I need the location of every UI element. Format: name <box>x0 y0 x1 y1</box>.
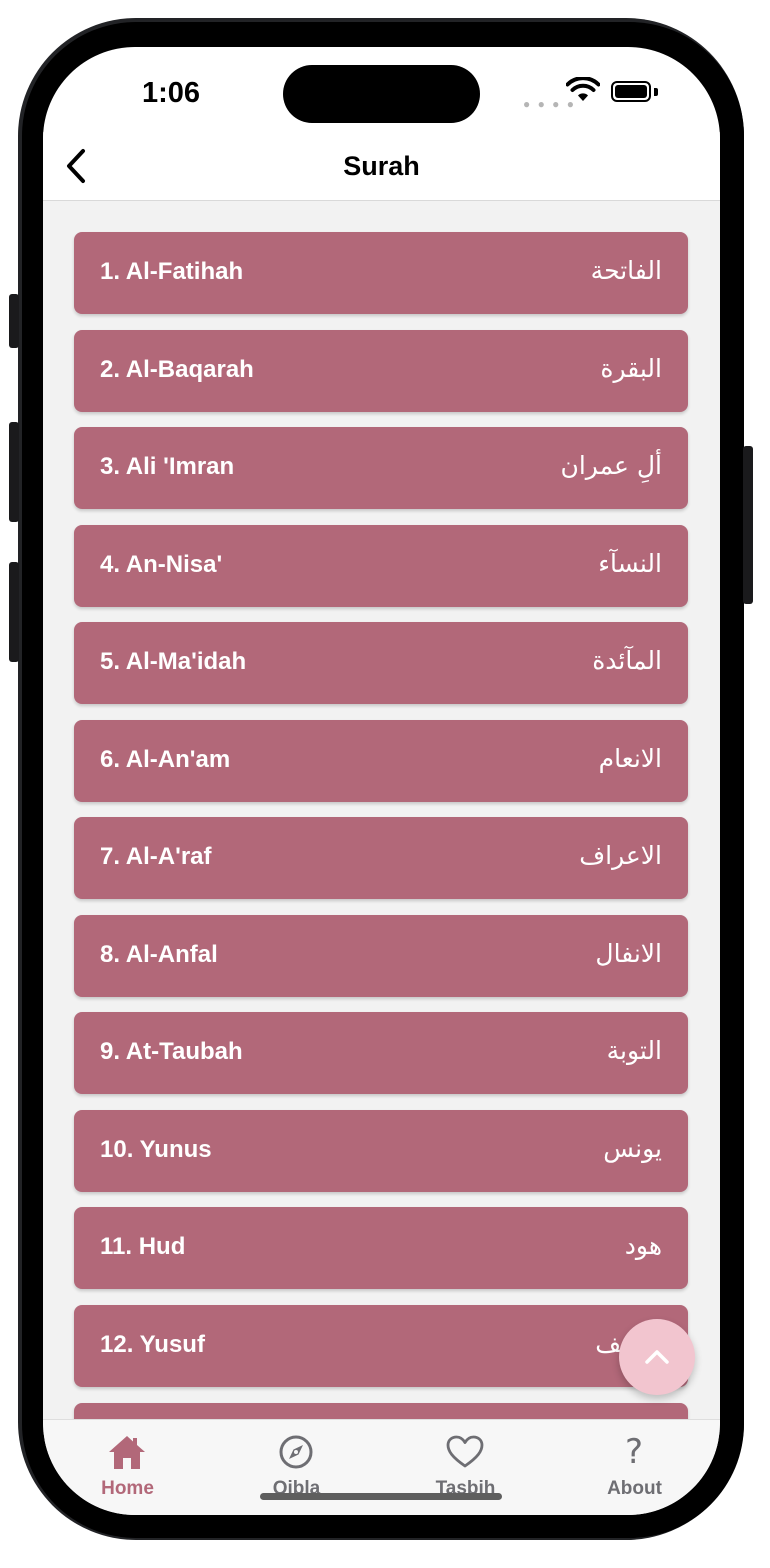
tab-label-about: About <box>607 1478 662 1499</box>
surah-english-name: 3. Ali 'Imran <box>100 453 235 480</box>
surah-arabic-name: البقرة <box>600 354 662 383</box>
surah-english-name: 6. Al-An'am <box>100 746 231 773</box>
surah-row-2[interactable]: 2. Al-Baqarah البقرة <box>74 330 688 412</box>
surah-english-name: 9. At-Taubah <box>100 1038 243 1065</box>
power-button <box>743 446 753 604</box>
navigation-bar: Surah <box>43 132 720 201</box>
surah-list[interactable]: 1. Al-Fatihah الفاتحة 2. Al-Baqarah البق… <box>43 201 720 1419</box>
dynamic-island <box>283 65 480 123</box>
surah-row-10[interactable]: 10. Yunus يونس <box>74 1110 688 1192</box>
surah-row-13[interactable] <box>74 1403 688 1419</box>
surah-row-8[interactable]: 8. Al-Anfal الانفال <box>74 915 688 997</box>
home-indicator[interactable] <box>260 1493 502 1500</box>
surah-row-11[interactable]: 11. Hud هود <box>74 1207 688 1289</box>
surah-arabic-name: الانفال <box>595 939 662 968</box>
tab-home[interactable]: Home <box>43 1420 212 1515</box>
battery-cap <box>654 88 658 96</box>
tab-label-home: Home <box>101 1478 154 1499</box>
surah-arabic-name: التوبة <box>606 1036 662 1065</box>
surah-english-name: 8. Al-Anfal <box>100 941 218 968</box>
surah-english-name: 11. Hud <box>100 1233 186 1260</box>
surah-arabic-name: الفاتحة <box>590 256 662 285</box>
tab-about[interactable]: ? About <box>550 1420 719 1515</box>
scroll-to-top-button[interactable] <box>619 1319 695 1395</box>
home-icon <box>107 1432 147 1472</box>
page-title: Surah <box>343 151 420 181</box>
surah-row-4[interactable]: 4. An-Nisa' النسآء <box>74 525 688 607</box>
wifi-icon <box>565 76 601 108</box>
surah-english-name: 5. Al-Ma'idah <box>100 648 247 675</box>
volume-up-button <box>9 422 19 522</box>
surah-arabic-name: ألِ عمران <box>560 451 662 480</box>
tab-qibla[interactable]: Qibla <box>212 1420 381 1515</box>
silent-switch <box>9 294 19 348</box>
chevron-up-icon <box>645 1350 669 1364</box>
surah-arabic-name: الاعراف <box>579 841 662 870</box>
surah-row-7[interactable]: 7. Al-A'raf الاعراف <box>74 817 688 899</box>
question-icon: ? <box>624 1432 644 1472</box>
surah-arabic-name: هود <box>624 1231 662 1260</box>
surah-arabic-name: النسآء <box>598 549 662 578</box>
compass-icon <box>276 1432 316 1472</box>
phone-screen: 1:06 ● ● ● ● Surah 1. Al-Fatihah الفاتحة… <box>43 47 720 1515</box>
status-time: 1:06 <box>141 77 201 109</box>
surah-arabic-name: الانعام <box>598 744 662 773</box>
surah-row-3[interactable]: 3. Ali 'Imran ألِ عمران <box>74 427 688 509</box>
surah-row-6[interactable]: 6. Al-An'am الانعام <box>74 720 688 802</box>
surah-arabic-name: يونس <box>603 1134 662 1163</box>
battery-icon <box>611 81 651 102</box>
surah-english-name: 10. Yunus <box>100 1136 212 1163</box>
surah-row-9[interactable]: 9. At-Taubah التوبة <box>74 1012 688 1094</box>
surah-arabic-name: المآئدة <box>592 646 662 675</box>
surah-row-1[interactable]: 1. Al-Fatihah الفاتحة <box>74 232 688 314</box>
surah-english-name: 1. Al-Fatihah <box>100 258 244 285</box>
surah-row-12[interactable]: 12. Yusuf يوسف <box>74 1305 688 1387</box>
surah-row-5[interactable]: 5. Al-Ma'idah المآئدة <box>74 622 688 704</box>
tab-bar: Home Qibla Tasbih ? About <box>43 1419 720 1515</box>
surah-english-name: 2. Al-Baqarah <box>100 356 254 383</box>
surah-english-name: 7. Al-A'raf <box>100 843 212 870</box>
surah-english-name: 4. An-Nisa' <box>100 551 223 578</box>
heart-icon <box>445 1432 485 1472</box>
volume-down-button <box>9 562 19 662</box>
surah-english-name: 12. Yusuf <box>100 1331 205 1358</box>
tab-tasbih[interactable]: Tasbih <box>381 1420 550 1515</box>
